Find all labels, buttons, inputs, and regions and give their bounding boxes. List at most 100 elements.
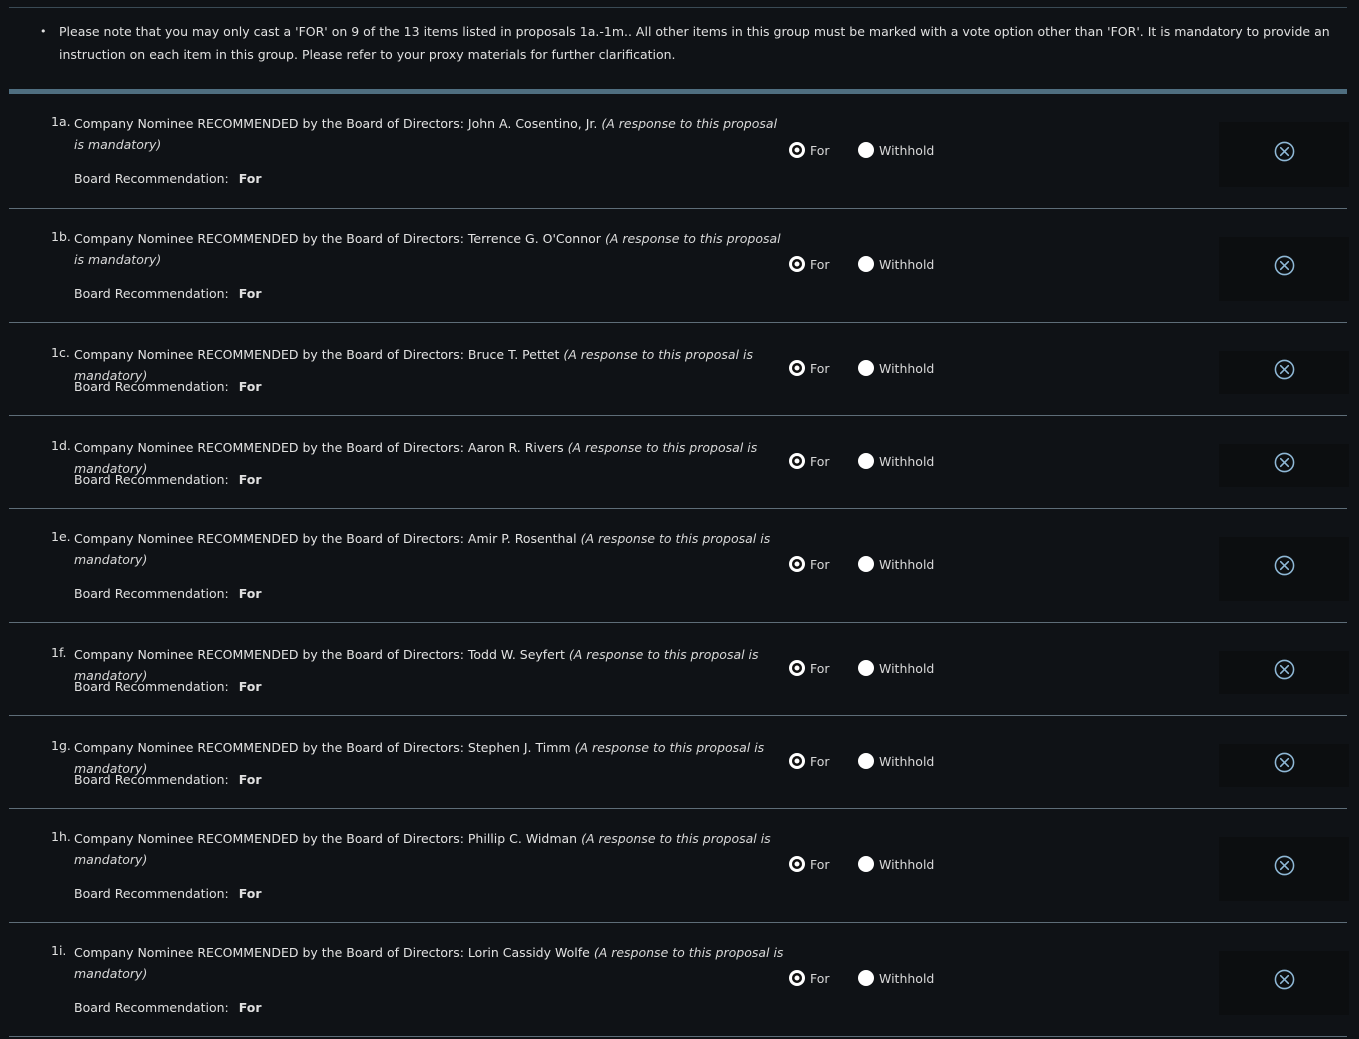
board-recommendation: Board Recommendation: For: [74, 586, 262, 601]
radio-for-icon: [789, 142, 805, 158]
proposal-item: 1g. Company Nominee RECOMMENDED by the B…: [9, 716, 1349, 809]
board-recommendation-label: Board Recommendation:: [74, 379, 229, 394]
proposal-item: 1d. Company Nominee RECOMMENDED by the B…: [9, 416, 1349, 509]
board-recommendation-value: For: [238, 586, 262, 601]
board-recommendation-label: Board Recommendation:: [74, 886, 229, 901]
proposal-item: 1i. Company Nominee RECOMMENDED by the B…: [9, 923, 1349, 1037]
vote-for-radio[interactable]: For: [789, 256, 830, 272]
vote-for-radio[interactable]: For: [789, 142, 830, 158]
proposal-text: Company Nominee RECOMMENDED by the Board…: [74, 440, 564, 455]
vote-for-label: For: [810, 753, 830, 769]
board-recommendation-label: Board Recommendation:: [74, 679, 229, 694]
proposal-description: Company Nominee RECOMMENDED by the Board…: [74, 113, 784, 155]
vote-withhold-label: Withhold: [879, 660, 935, 676]
proposal-item: 1c. Company Nominee RECOMMENDED by the B…: [9, 323, 1349, 416]
clear-vote-icon[interactable]: [1274, 255, 1295, 276]
radio-withhold-icon: [858, 360, 874, 376]
proposal-description: Company Nominee RECOMMENDED by the Board…: [74, 228, 784, 270]
clear-vote-icon[interactable]: [1274, 855, 1295, 876]
proposal-description: Company Nominee RECOMMENDED by the Board…: [74, 942, 784, 984]
clear-vote-icon[interactable]: [1274, 359, 1295, 380]
vote-for-radio[interactable]: For: [789, 753, 830, 769]
radio-for-icon: [789, 453, 805, 469]
board-recommendation: Board Recommendation: For: [74, 679, 262, 694]
board-recommendation: Board Recommendation: For: [74, 886, 262, 901]
vote-withhold-label: Withhold: [879, 142, 935, 158]
divider: [9, 7, 1347, 8]
vote-withhold-radio[interactable]: Withhold: [858, 856, 934, 872]
proposal-text: Company Nominee RECOMMENDED by the Board…: [74, 831, 578, 846]
vote-for-radio[interactable]: For: [789, 453, 830, 469]
proposal-text: Company Nominee RECOMMENDED by the Board…: [74, 531, 577, 546]
board-recommendation-value: For: [238, 286, 262, 301]
radio-withhold-icon: [858, 556, 874, 572]
proposal-number: 1g.: [51, 738, 71, 753]
vote-withhold-radio[interactable]: Withhold: [858, 753, 934, 769]
vote-withhold-radio[interactable]: Withhold: [858, 256, 934, 272]
board-recommendation-value: For: [238, 679, 262, 694]
board-recommendation-label: Board Recommendation:: [74, 171, 229, 186]
proposal-text: Company Nominee RECOMMENDED by the Board…: [74, 347, 560, 362]
vote-for-label: For: [810, 856, 830, 872]
vote-withhold-label: Withhold: [879, 453, 935, 469]
radio-for-icon: [789, 360, 805, 376]
board-recommendation-value: For: [238, 472, 262, 487]
vote-withhold-radio[interactable]: Withhold: [858, 142, 934, 158]
board-recommendation-value: For: [238, 379, 262, 394]
proposal-item: 1f. Company Nominee RECOMMENDED by the B…: [9, 623, 1349, 716]
proposal-text: Company Nominee RECOMMENDED by the Board…: [74, 945, 590, 960]
vote-withhold-radio[interactable]: Withhold: [858, 660, 934, 676]
radio-withhold-icon: [858, 142, 874, 158]
vote-for-label: For: [810, 660, 830, 676]
board-recommendation-label: Board Recommendation:: [74, 772, 229, 787]
clear-vote-icon[interactable]: [1274, 969, 1295, 990]
clear-vote-icon[interactable]: [1274, 555, 1295, 576]
clear-vote-icon[interactable]: [1274, 452, 1295, 473]
bullet-icon: •: [40, 25, 47, 38]
proposal-item: 1e. Company Nominee RECOMMENDED by the B…: [9, 509, 1349, 623]
proposal-number: 1b.: [51, 229, 71, 244]
clear-vote-icon[interactable]: [1274, 141, 1295, 162]
vote-withhold-label: Withhold: [879, 256, 935, 272]
clear-vote-icon[interactable]: [1274, 752, 1295, 773]
proxy-vote-page: • Please note that you may only cast a '…: [0, 0, 1359, 1039]
vote-withhold-label: Withhold: [879, 856, 935, 872]
board-recommendation-label: Board Recommendation:: [74, 586, 229, 601]
vote-withhold-label: Withhold: [879, 970, 935, 986]
vote-for-label: For: [810, 453, 830, 469]
clear-vote-icon[interactable]: [1274, 659, 1295, 680]
notice-text: Please note that you may only cast a 'FO…: [59, 24, 1330, 62]
board-recommendation-value: For: [238, 171, 262, 186]
proposal-text: Company Nominee RECOMMENDED by the Board…: [74, 740, 571, 755]
proposal-number: 1e.: [51, 529, 71, 544]
board-recommendation-value: For: [238, 772, 262, 787]
radio-withhold-icon: [858, 856, 874, 872]
proposal-description: Company Nominee RECOMMENDED by the Board…: [74, 528, 784, 570]
row-divider: [9, 1036, 1347, 1037]
radio-for-icon: [789, 660, 805, 676]
vote-for-radio[interactable]: For: [789, 970, 830, 986]
proposal-number: 1d.: [51, 438, 71, 453]
radio-withhold-icon: [858, 453, 874, 469]
vote-for-radio[interactable]: For: [789, 856, 830, 872]
vote-for-radio[interactable]: For: [789, 556, 830, 572]
vote-for-label: For: [810, 256, 830, 272]
vote-withhold-radio[interactable]: Withhold: [858, 453, 934, 469]
vote-withhold-radio[interactable]: Withhold: [858, 360, 934, 376]
proposal-number: 1f.: [51, 645, 67, 660]
board-recommendation-label: Board Recommendation:: [74, 286, 229, 301]
vote-for-radio[interactable]: For: [789, 360, 830, 376]
proposal-text: Company Nominee RECOMMENDED by the Board…: [74, 231, 601, 246]
instruction-notice: • Please note that you may only cast a '…: [40, 20, 1330, 66]
vote-withhold-radio[interactable]: Withhold: [858, 556, 934, 572]
radio-for-icon: [789, 556, 805, 572]
proposal-text: Company Nominee RECOMMENDED by the Board…: [74, 647, 565, 662]
proposal-item: 1a. Company Nominee RECOMMENDED by the B…: [9, 94, 1349, 209]
vote-withhold-radio[interactable]: Withhold: [858, 970, 934, 986]
board-recommendation-value: For: [238, 1000, 262, 1015]
vote-for-radio[interactable]: For: [789, 660, 830, 676]
radio-for-icon: [789, 256, 805, 272]
proposal-description: Company Nominee RECOMMENDED by the Board…: [74, 828, 784, 870]
board-recommendation-value: For: [238, 886, 262, 901]
board-recommendation: Board Recommendation: For: [74, 379, 262, 394]
